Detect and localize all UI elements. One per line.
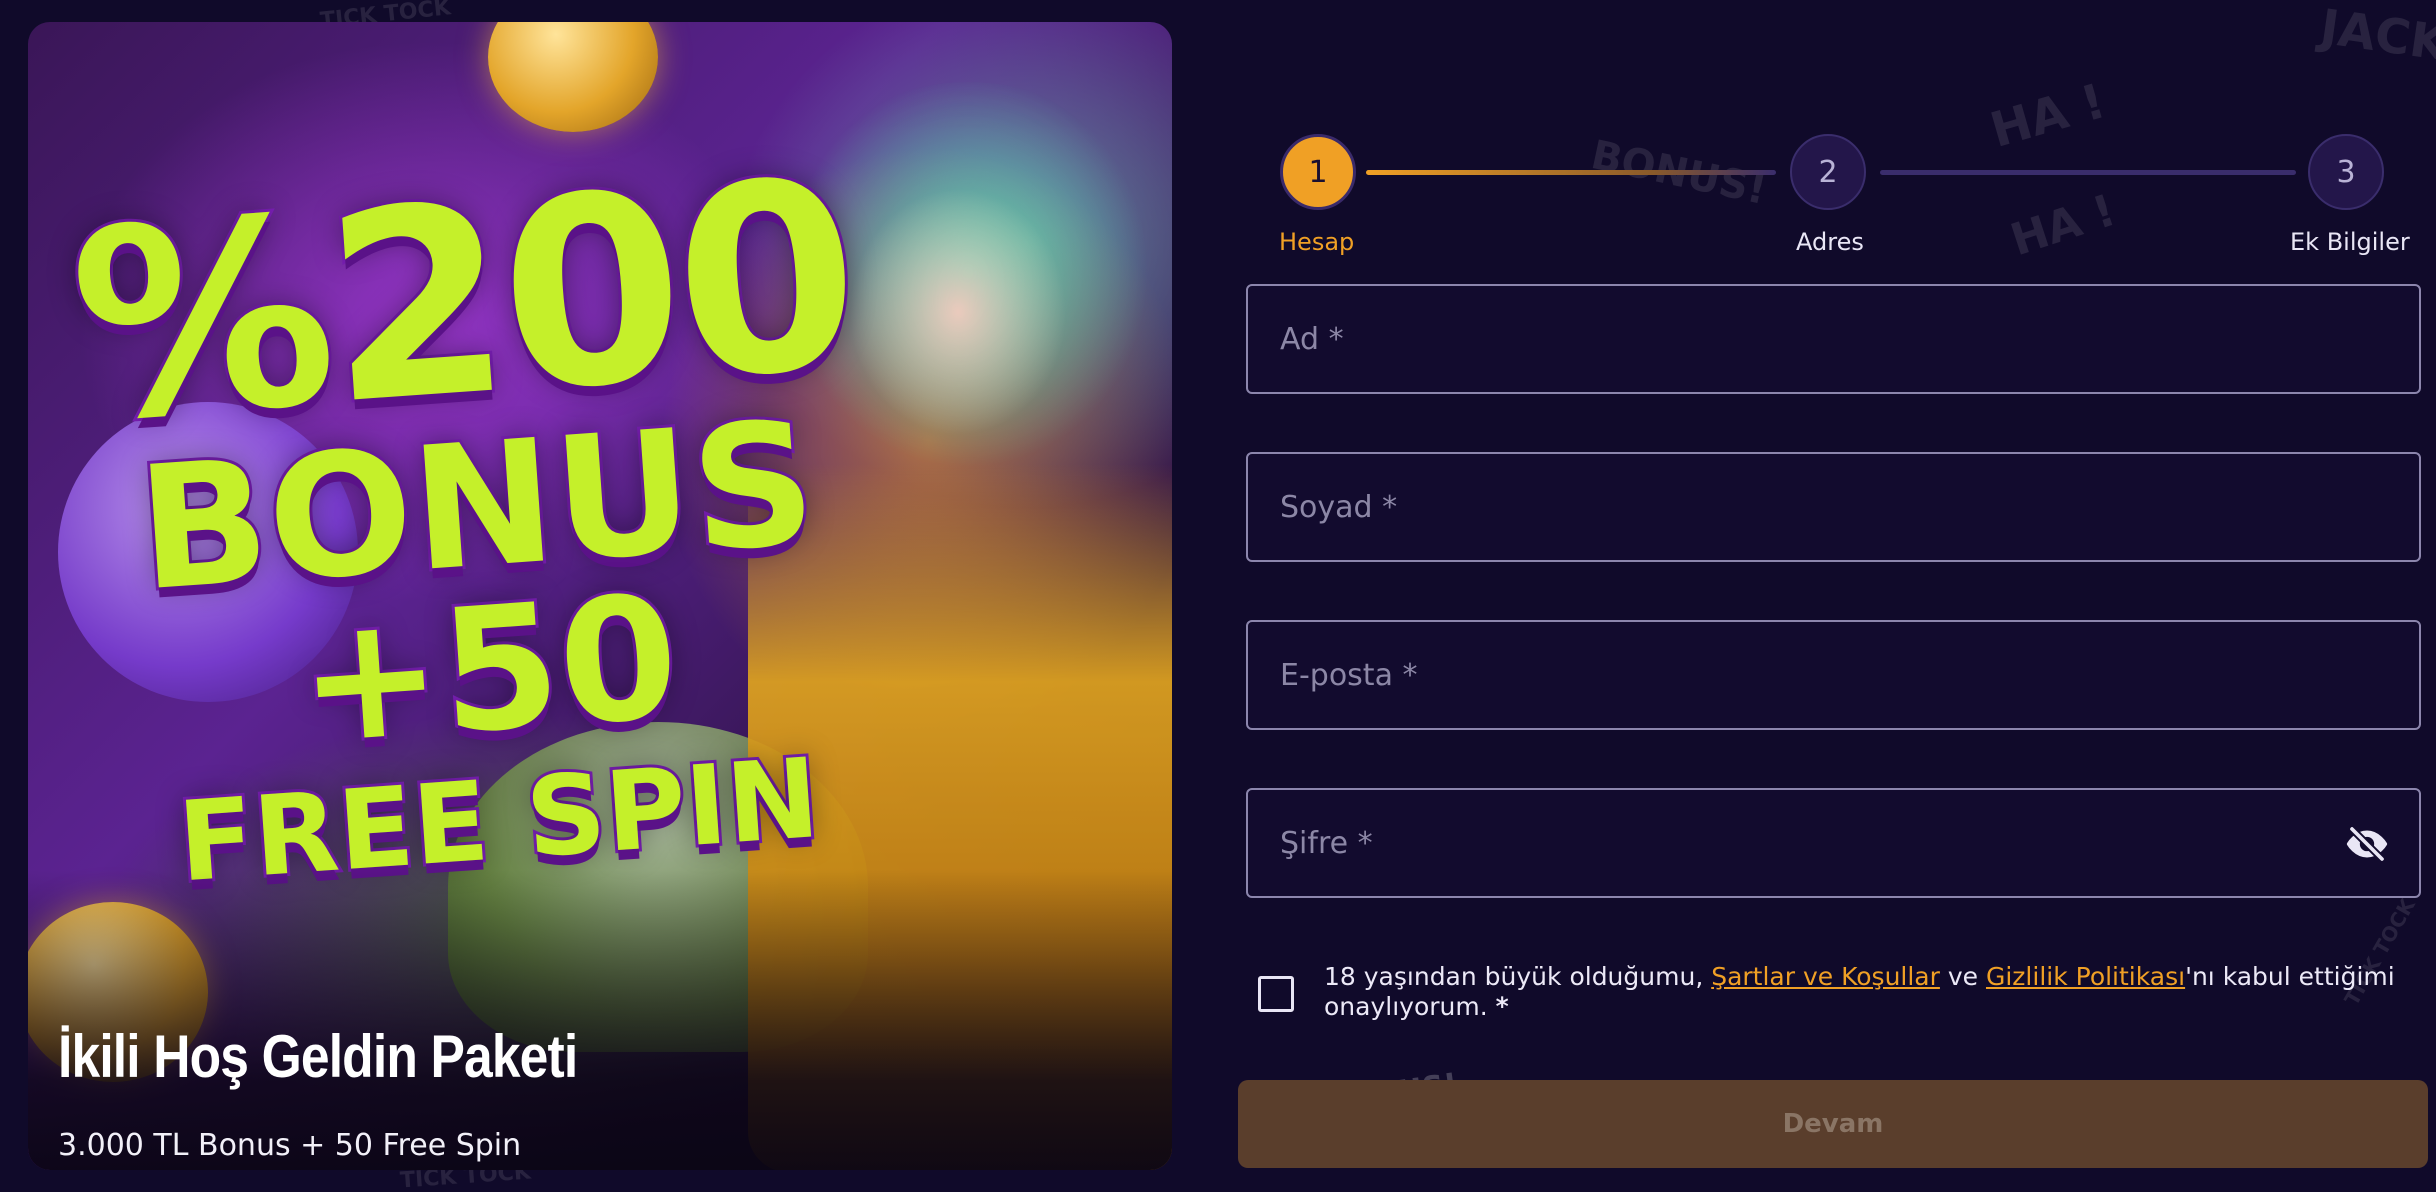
email-input[interactable] [1248, 622, 2419, 728]
step-connector-2 [1880, 170, 2296, 175]
coin-image-top [488, 22, 658, 132]
promo-title: İkili Hoş Geldin Paketi [58, 1023, 578, 1090]
email-field [1246, 620, 2421, 730]
password-visibility-toggle[interactable] [2343, 820, 2391, 868]
privacy-policy-link[interactable]: Gizlilik Politikası [1986, 962, 2185, 991]
consent-text-before: 18 yaşından büyük olduğumu, [1324, 962, 1712, 991]
promo-caption-shade [28, 870, 1172, 1170]
registration-stepper: 1 Hesap 2 Adres 3 Ek Bilgiler [1279, 134, 2410, 264]
step-connector-1 [1366, 170, 1776, 175]
terms-link[interactable]: Şartlar ve Koşullar [1711, 962, 1940, 991]
required-mark: * [1495, 992, 1509, 1021]
promo-subtitle: 3.000 TL Bonus + 50 Free Spin [58, 1128, 522, 1163]
consent-text-middle: ve [1939, 962, 1986, 991]
step-3-label: Ek Bilgiler [2290, 228, 2410, 256]
last-name-field [1246, 452, 2421, 562]
step-2-number: 2 [1818, 154, 1838, 190]
password-input[interactable] [1248, 790, 2419, 896]
last-name-input[interactable] [1248, 454, 2419, 560]
step-3-number: 3 [2336, 154, 2356, 190]
step-3-indicator[interactable]: 3 [2308, 134, 2384, 210]
step-2-label: Adres [1796, 228, 1864, 256]
eye-off-icon [2346, 825, 2388, 863]
step-1-number: 1 [1308, 154, 1328, 190]
terms-consent-text: 18 yaşından büyük olduğumu, Şartlar ve K… [1324, 962, 2436, 1022]
continue-button[interactable]: Devam [1238, 1080, 2428, 1168]
doodle-jackpot: JACKP [2316, 0, 2436, 78]
step-2-indicator[interactable]: 2 [1790, 134, 1866, 210]
promo-headline-art: %200 BONUS +50 FREE SPIN [44, 122, 911, 910]
first-name-input[interactable] [1248, 286, 2419, 392]
continue-button-label: Devam [1782, 1109, 1884, 1139]
first-name-field [1246, 284, 2421, 394]
terms-checkbox[interactable] [1258, 976, 1294, 1012]
step-1-label: Hesap [1279, 228, 1355, 256]
promo-banner: %200 BONUS +50 FREE SPIN İkili Hoş Geldi… [28, 22, 1172, 1170]
step-1-indicator[interactable]: 1 [1280, 134, 1356, 210]
password-field [1246, 788, 2421, 898]
